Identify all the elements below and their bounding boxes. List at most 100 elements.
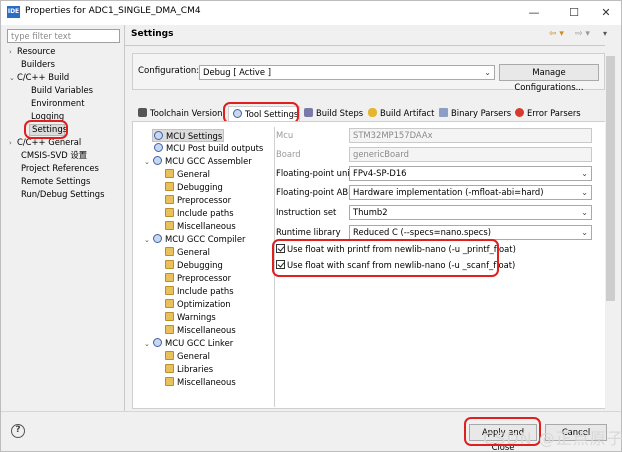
tree-item-ld-miscellaneous[interactable]: Miscellaneous bbox=[165, 376, 236, 389]
scrollbar-thumb[interactable] bbox=[606, 56, 615, 301]
tab-error-parsers[interactable]: Error Parsers bbox=[515, 106, 581, 121]
tree-item-asm-preprocessor[interactable]: Preprocessor bbox=[165, 194, 231, 207]
folder-icon bbox=[165, 182, 174, 191]
runtime-library-label: Runtime library bbox=[276, 227, 341, 237]
chevron-down-icon: ⌄ bbox=[581, 188, 588, 197]
toolchain-icon bbox=[138, 108, 147, 117]
nav-item-run-debug[interactable]: Run/Debug Settings bbox=[9, 188, 104, 201]
folder-icon bbox=[165, 286, 174, 295]
folder-icon bbox=[165, 169, 174, 178]
tree-item-ld-libraries[interactable]: Libraries bbox=[165, 363, 213, 376]
nav-item-build-variables[interactable]: Build Variables bbox=[9, 84, 104, 97]
close-button[interactable]: ✕ bbox=[593, 4, 619, 22]
chevron-down-icon: ⌄ bbox=[144, 236, 150, 244]
help-icon[interactable]: ? bbox=[11, 424, 25, 438]
manage-configurations-button[interactable]: Manage Configurations... bbox=[499, 64, 599, 92]
tree-item-cc-debugging[interactable]: Debugging bbox=[165, 259, 223, 272]
gear-icon bbox=[153, 234, 162, 243]
fp-unit-label: Floating-point unit bbox=[276, 168, 353, 178]
mcu-field: STM32MP157DAAx bbox=[349, 128, 592, 143]
tree-item-cc-preprocessor[interactable]: Preprocessor bbox=[165, 272, 231, 285]
chevron-down-icon: ⌄ bbox=[581, 208, 588, 217]
tree-item-mcu-post-build[interactable]: MCU Post build outputs bbox=[154, 142, 263, 155]
folder-icon bbox=[165, 260, 174, 269]
forward-icon[interactable]: ⇨ ▾ bbox=[575, 29, 590, 39]
tree-item-ld-general[interactable]: General bbox=[165, 350, 210, 363]
page-title: Settings bbox=[131, 29, 174, 39]
chevron-down-icon: ⌄ bbox=[144, 158, 150, 166]
nav-item-resource[interactable]: › Resource bbox=[9, 45, 104, 58]
fp-unit-select[interactable]: FPv4-SP-D16 ⌄ bbox=[349, 166, 592, 181]
mcu-label: Mcu bbox=[276, 130, 294, 140]
tab-build-artifact[interactable]: Build Artifact bbox=[368, 106, 434, 121]
folder-icon bbox=[165, 364, 174, 373]
board-label: Board bbox=[276, 149, 301, 159]
chevron-down-icon: ⌄ bbox=[144, 340, 150, 348]
tree-item-asm-include-paths[interactable]: Include paths bbox=[165, 207, 234, 220]
gear-icon bbox=[153, 338, 162, 347]
tree-item-mcu-settings[interactable]: MCU Settings bbox=[152, 129, 224, 142]
tab-toolchain-version[interactable]: Toolchain Version bbox=[138, 106, 228, 121]
nav-item-remote-settings[interactable]: Remote Settings bbox=[9, 175, 104, 188]
tree-item-cc-warnings[interactable]: Warnings bbox=[165, 311, 216, 324]
fp-abi-label: Floating-point ABI bbox=[276, 187, 351, 197]
tree-item-cc-general[interactable]: General bbox=[165, 246, 210, 259]
instruction-set-label: Instruction set bbox=[276, 207, 337, 217]
title-bar: IDE Properties for ADC1_SINGLE_DMA_CM4 —… bbox=[1, 1, 621, 25]
watermark: CSDN @正点原子 bbox=[483, 429, 622, 448]
configuration-select[interactable]: Debug [ Active ] ⌄ bbox=[199, 65, 495, 80]
nav-item-cmsis-svd[interactable]: CMSIS-SVD 设置 bbox=[9, 149, 104, 162]
tree-item-gcc-assembler[interactable]: ⌄ MCU GCC Assembler bbox=[144, 155, 252, 168]
tree-item-asm-debugging[interactable]: Debugging bbox=[165, 181, 223, 194]
folder-icon bbox=[165, 273, 174, 282]
back-icon[interactable]: ⇦ ▾ bbox=[549, 29, 564, 39]
fp-abi-select[interactable]: Hardware implementation (-mfloat-abi=har… bbox=[349, 185, 592, 200]
chevron-right-icon: › bbox=[9, 48, 12, 56]
chevron-down-icon: ⌄ bbox=[581, 228, 588, 237]
header-divider bbox=[125, 45, 613, 46]
chevron-down-icon: ⌄ bbox=[484, 68, 491, 77]
filter-input[interactable]: type filter text bbox=[7, 29, 120, 43]
tree-item-cc-optimization[interactable]: Optimization bbox=[165, 298, 231, 311]
highlight-float-options bbox=[272, 239, 499, 277]
chevron-right-icon: › bbox=[9, 139, 12, 147]
tree-item-cc-miscellaneous[interactable]: Miscellaneous bbox=[165, 324, 236, 337]
tab-binary-parsers[interactable]: Binary Parsers bbox=[439, 106, 511, 121]
folder-icon bbox=[165, 247, 174, 256]
tab-build-steps[interactable]: Build Steps bbox=[304, 106, 363, 121]
ide-icon: IDE bbox=[7, 6, 20, 18]
instruction-set-select[interactable]: Thumb2 ⌄ bbox=[349, 205, 592, 220]
board-field: genericBoard bbox=[349, 147, 592, 162]
build-steps-icon bbox=[304, 108, 313, 117]
tree-item-cc-include-paths[interactable]: Include paths bbox=[165, 285, 234, 298]
minimize-button[interactable]: — bbox=[521, 4, 547, 22]
splitter[interactable] bbox=[124, 25, 125, 411]
error-icon bbox=[515, 108, 524, 117]
view-menu-icon[interactable]: ▾ bbox=[603, 29, 607, 38]
folder-icon bbox=[165, 208, 174, 217]
runtime-library-select[interactable]: Reduced C (--specs=nano.specs) ⌄ bbox=[349, 225, 592, 240]
gear-icon bbox=[154, 143, 163, 152]
nav-item-environment[interactable]: Environment bbox=[9, 97, 104, 110]
tree-item-gcc-linker[interactable]: ⌄ MCU GCC Linker bbox=[144, 337, 233, 350]
folder-icon bbox=[165, 312, 174, 321]
tree-item-gcc-compiler[interactable]: ⌄ MCU GCC Compiler bbox=[144, 233, 245, 246]
folder-icon bbox=[165, 351, 174, 360]
chevron-down-icon: ⌄ bbox=[9, 74, 15, 82]
configuration-group: Configuration: Debug [ Active ] ⌄ Manage… bbox=[132, 53, 605, 92]
tree-item-asm-general[interactable]: General bbox=[165, 168, 210, 181]
window-title: Properties for ADC1_SINGLE_DMA_CM4 bbox=[25, 6, 201, 16]
maximize-button[interactable]: ☐ bbox=[561, 4, 587, 22]
folder-icon bbox=[165, 377, 174, 386]
nav-item-project-references[interactable]: Project References bbox=[9, 162, 104, 175]
folder-icon bbox=[165, 195, 174, 204]
properties-window: IDE Properties for ADC1_SINGLE_DMA_CM4 —… bbox=[0, 0, 622, 452]
folder-icon bbox=[165, 325, 174, 334]
nav-item-cc-build[interactable]: ⌄ C/C++ Build bbox=[9, 71, 104, 84]
tree-item-asm-miscellaneous[interactable]: Miscellaneous bbox=[165, 220, 236, 233]
chevron-down-icon: ⌄ bbox=[581, 169, 588, 178]
folder-icon bbox=[165, 221, 174, 230]
gear-icon bbox=[154, 131, 163, 140]
highlight-settings bbox=[24, 120, 68, 139]
nav-item-builders[interactable]: Builders bbox=[9, 58, 104, 71]
